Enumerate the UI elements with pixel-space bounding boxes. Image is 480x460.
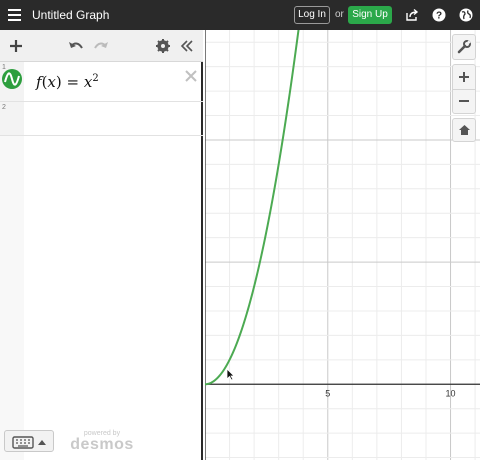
login-button[interactable]: Log In [294,6,330,24]
gear-icon[interactable] [155,38,171,54]
expression-gutter: 1 [0,62,24,101]
graph-settings-button[interactable] [452,34,476,60]
expression-number: 2 [2,104,6,111]
expression-row-2[interactable]: 2 [0,102,203,136]
svg-text:?: ? [436,11,442,22]
graph-canvas[interactable]: 5105 [205,30,480,460]
wrench-icon [457,40,471,54]
expression-row-1[interactable]: 1 f(x) = x2 [0,62,203,102]
collapse-icon[interactable] [179,38,195,54]
or-label: or [335,9,344,20]
default-zoom-button[interactable] [452,118,476,142]
mouse-cursor-icon [226,368,235,381]
zoom-in-icon[interactable] [458,65,470,89]
desmos-brand: desmos [70,436,134,453]
expression-gutter: 2 [0,102,24,135]
zoom-out-icon[interactable] [453,88,475,113]
share-icon[interactable] [405,8,419,22]
signup-button[interactable]: Sign Up [348,6,392,24]
keyboard-icon [12,436,34,449]
delete-expression-icon[interactable] [185,66,197,87]
hamburger-icon[interactable] [8,9,21,21]
keyboard-button[interactable] [4,430,54,452]
top-bar: Untitled Graph Log In or Sign Up ? [0,0,480,30]
undo-icon[interactable] [68,38,84,54]
caret-up-icon [38,440,46,445]
graph-toggle-icon[interactable] [2,69,22,94]
zoom-controls [452,64,476,114]
expression-gutter-fill [0,136,24,460]
expression-toolbar [0,30,203,62]
expression-formula[interactable]: f(x) = x2 [36,73,99,91]
graph-title[interactable]: Untitled Graph [32,8,109,22]
home-icon [458,125,470,135]
expression-panel: 1 f(x) = x2 2 powered by desmos [0,30,203,460]
powered-by-logo: powered by desmos [70,430,134,453]
x-tick-label: 10 [446,388,456,398]
help-icon[interactable]: ? [432,8,446,22]
plus-icon[interactable] [8,38,24,54]
x-tick-label: 5 [325,388,330,398]
graph-paper[interactable]: 5105 [205,30,480,460]
redo-icon[interactable] [93,38,109,54]
globe-icon[interactable] [459,8,473,22]
